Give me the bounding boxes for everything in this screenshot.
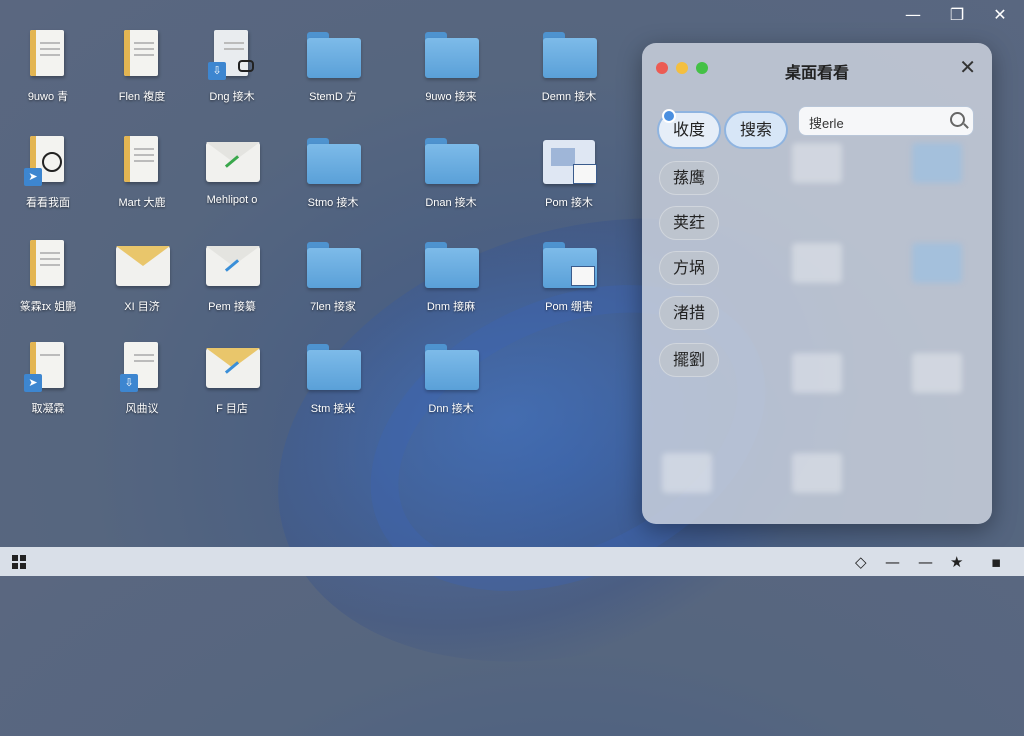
desktop-icon[interactable]: 9uwo 青: [0, 28, 96, 118]
minimize-button[interactable]: —: [904, 6, 922, 24]
desktop-icon[interactable]: F 目店: [184, 340, 280, 430]
selected-indicator: [662, 109, 676, 123]
windows-start-icon[interactable]: [12, 555, 26, 569]
desktop-icon[interactable]: Mart 大鹿: [94, 134, 190, 224]
folder-icon: [423, 238, 479, 292]
desktop-icon[interactable]: ➤ 看看我面: [0, 134, 96, 224]
desktop-icon[interactable]: Dnan 接木: [403, 134, 499, 224]
tray-diamond-icon[interactable]: ◇: [855, 553, 867, 571]
desktop-icon[interactable]: 篆霖ɪx 姐鹏: [0, 238, 96, 328]
panel-close-icon[interactable]: ✕: [959, 55, 976, 79]
envelope-icon: [204, 134, 260, 188]
desktop-icon[interactable]: Flen 複度: [94, 28, 190, 118]
document-icon: ⇩: [204, 28, 260, 82]
folder-icon: [423, 28, 479, 82]
blurred-icon: [912, 353, 962, 393]
search-input-text: 搜erle: [809, 116, 844, 131]
search-icon[interactable]: [950, 112, 965, 127]
close-button[interactable]: ✕: [991, 6, 1009, 24]
blurred-icon: [662, 453, 712, 493]
folder-icon: [305, 340, 361, 394]
desktop-icon[interactable]: StemD 方: [285, 28, 381, 118]
document-icon: [20, 238, 76, 292]
envelope-icon: [204, 238, 260, 292]
desktop-icon[interactable]: ➤ 取凝霖: [0, 340, 96, 430]
tray-chat-icon[interactable]: ▪: [991, 553, 1001, 571]
blurred-icon: [792, 143, 842, 183]
document-icon: [114, 28, 170, 82]
desktop-icon[interactable]: XI 目济: [94, 238, 190, 328]
link-icon: ⇩: [120, 374, 138, 392]
filter-chip[interactable]: 荚荭: [659, 206, 719, 240]
desktop-icon[interactable]: 7len 接家: [285, 238, 381, 328]
maximize-button[interactable]: ❐: [948, 6, 966, 24]
folder-icon: [305, 134, 361, 188]
folder-icon: [541, 28, 597, 82]
shortcut-icon: ➤: [24, 374, 42, 392]
filter-chip[interactable]: 擺劉: [659, 343, 719, 377]
link-icon: ⇩: [208, 62, 226, 80]
blurred-icon: [912, 143, 962, 183]
desktop-icon[interactable]: Dnm 接麻: [403, 238, 499, 328]
folder-icon: [305, 238, 361, 292]
taskbar: ◇ — — ★ ▪: [0, 547, 1024, 576]
desktop-icon[interactable]: Pom 绷害: [521, 238, 617, 328]
image-document-icon: [541, 134, 597, 188]
folder-icon: [305, 28, 361, 82]
tray-dash-icon[interactable]: —: [918, 553, 933, 571]
blurred-icon: [912, 243, 962, 283]
panel-title: 桌面看看: [784, 63, 849, 82]
document-icon: ➤: [20, 134, 76, 188]
blurred-icon: [792, 453, 842, 493]
folder-icon: [423, 340, 479, 394]
shortcut-icon: ➤: [24, 168, 42, 186]
desktop-icon[interactable]: Demn 接木: [521, 28, 617, 118]
document-icon: ⇩: [114, 340, 170, 394]
document-icon: [114, 134, 170, 188]
desktop-icon[interactable]: ⇩ Dng 接木: [184, 28, 280, 118]
tray-dash-icon[interactable]: —: [885, 553, 900, 571]
desktop-icon[interactable]: Pem 接纂: [184, 238, 280, 328]
filter-chip[interactable]: 渚措: [659, 296, 719, 330]
search-input[interactable]: 搜erle: [799, 107, 973, 135]
blurred-icon: [792, 243, 842, 283]
desktop-icon[interactable]: Dnn 接木: [403, 340, 499, 430]
folder-icon: [541, 238, 597, 292]
desktop-search-panel: 桌面看看 ✕ 收度 搜索 搜erle 蓀鹰 荚荭 方埚 渚措 擺劉: [642, 43, 992, 524]
desktop-icon[interactable]: Stm 接米: [285, 340, 381, 430]
document-icon: ➤: [20, 340, 76, 394]
blurred-icon: [792, 353, 842, 393]
tray-star-icon[interactable]: ★: [950, 553, 963, 571]
desktop-icon[interactable]: Stmo 接木: [285, 134, 381, 224]
search-button[interactable]: 搜索: [726, 113, 786, 147]
desktop-icon[interactable]: Pom 接木: [521, 134, 617, 224]
filter-chip[interactable]: 蓀鹰: [659, 161, 719, 195]
envelope-icon: [114, 238, 170, 292]
filter-chip[interactable]: 方埚: [659, 251, 719, 285]
folder-icon: [423, 134, 479, 188]
desktop-icon[interactable]: 9uwo 接来: [403, 28, 499, 118]
desktop-icon[interactable]: ⇩ 风曲议: [94, 340, 190, 430]
desktop-icon[interactable]: Mehlipot o: [184, 134, 280, 224]
envelope-icon: [204, 340, 260, 394]
document-icon: [20, 28, 76, 82]
